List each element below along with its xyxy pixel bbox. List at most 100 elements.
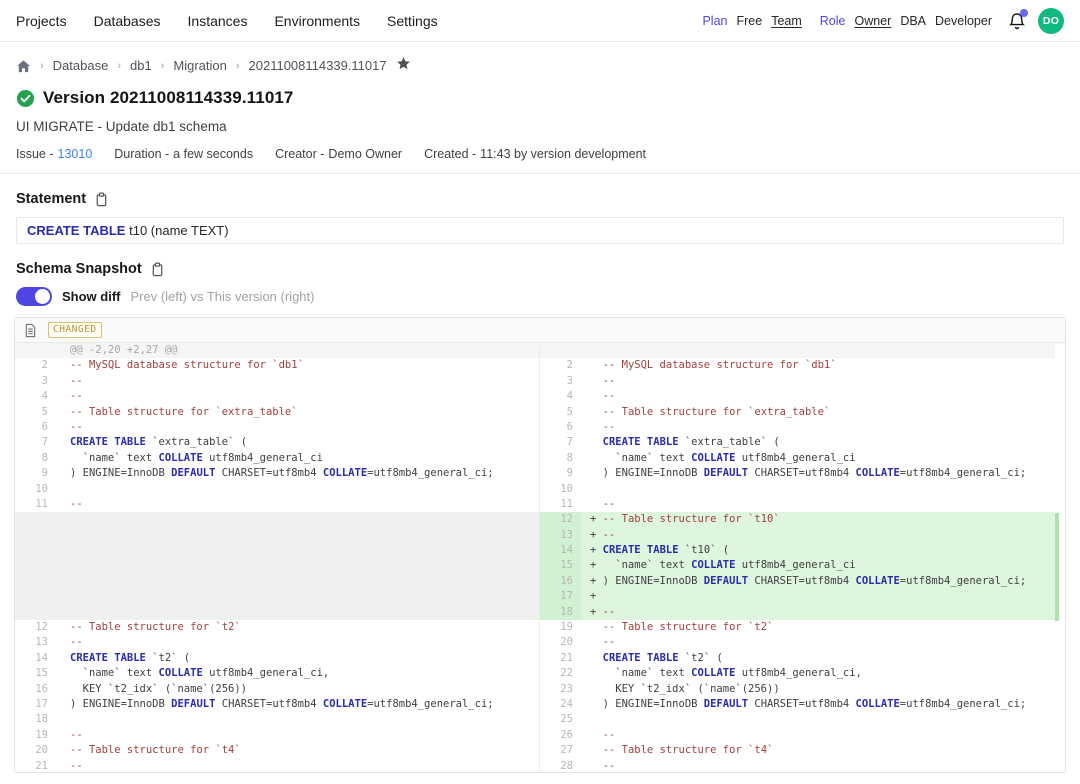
diff-placeholder-row xyxy=(15,574,539,589)
diff-context-row: 8 `name` text COLLATE utf8mb4_general_ci xyxy=(540,451,1065,466)
breadcrumb: ›Database›db1›Migration›20211008114339.1… xyxy=(0,42,1080,76)
diff-context-row: 3-- xyxy=(15,374,539,389)
breadcrumb-item-1[interactable]: Database xyxy=(53,57,109,75)
diff-context-row: 9 ) ENGINE=InnoDB DEFAULT CHARSET=utf8mb… xyxy=(540,466,1065,481)
meta-value: Demo Owner xyxy=(328,147,402,162)
diff-context-row: 15 `name` text COLLATE utf8mb4_general_c… xyxy=(15,666,539,681)
diff-context-row: 7CREATE TABLE `extra_table` ( xyxy=(15,435,539,450)
diff-context-row: 18 xyxy=(15,712,539,727)
meta-item-2: Duration -a few seconds xyxy=(114,147,253,162)
diff-placeholder-row xyxy=(15,528,539,543)
meta-item-4: Created -11:43 by version development xyxy=(424,147,646,162)
diff-added-row: 15+ `name` text COLLATE utf8mb4_general_… xyxy=(540,558,1065,573)
diff-context-row: 4 -- xyxy=(540,389,1065,404)
meta-label: Issue - xyxy=(16,147,54,162)
diff-context-row: 22 `name` text COLLATE utf8mb4_general_c… xyxy=(540,666,1065,681)
diff-context-row: 25 xyxy=(540,712,1065,727)
diff-context-row: 2-- MySQL database structure for `db1` xyxy=(15,358,539,373)
diff-placeholder-row xyxy=(15,558,539,573)
nav-item-settings[interactable]: Settings xyxy=(387,13,438,29)
diff-added-row: 14+ CREATE TABLE `t10` ( xyxy=(540,543,1065,558)
version-title-row: Version 20211008114339.11017 xyxy=(16,87,1064,109)
diff-added-row: 16+ ) ENGINE=InnoDB DEFAULT CHARSET=utf8… xyxy=(540,574,1065,589)
diff-context-row: 21-- xyxy=(15,759,539,773)
diff-pane-current: 2 -- MySQL database structure for `db1`3… xyxy=(540,343,1065,773)
changed-badge: CHANGED xyxy=(48,322,102,338)
role-option-developer: Developer xyxy=(935,14,992,28)
show-diff-toggle[interactable] xyxy=(16,287,52,306)
nav-item-databases[interactable]: Databases xyxy=(94,13,161,29)
diff-added-row: 17+ xyxy=(540,589,1065,604)
toggle-knob xyxy=(35,289,50,304)
statement-sql: CREATE TABLE t10 (name TEXT) xyxy=(16,217,1064,244)
hunk-header-row: @@ -2,20 +2,27 @@ xyxy=(15,343,539,358)
diff-added-row: 18+ -- xyxy=(540,605,1065,620)
diff-context-row: 16 KEY `t2_idx` (`name`(256)) xyxy=(15,682,539,697)
role-option-dba: DBA xyxy=(900,14,926,28)
diff-context-row: 5-- Table structure for `extra_table` xyxy=(15,405,539,420)
diff-placeholder-row xyxy=(15,543,539,558)
statement-heading: Statement xyxy=(16,190,1064,208)
schema-diff-viewer: CHANGED @@ -2,20 +2,27 @@2-- MySQL datab… xyxy=(14,317,1066,773)
breadcrumb-separator: › xyxy=(236,57,240,75)
breadcrumb-separator: › xyxy=(40,57,44,75)
diff-context-row: 3 -- xyxy=(540,374,1065,389)
nav-item-projects[interactable]: Projects xyxy=(16,13,67,29)
issue-link[interactable]: 13010 xyxy=(58,147,93,162)
document-icon xyxy=(24,323,37,338)
copy-statement-icon[interactable] xyxy=(94,192,109,207)
diff-context-row: 27 -- Table structure for `t4` xyxy=(540,743,1065,758)
schema-snapshot-heading: Schema Snapshot xyxy=(16,260,1064,278)
section-divider xyxy=(0,173,1080,174)
top-nav: Projects Databases Instances Environments Se… xyxy=(0,0,1080,42)
diff-header: CHANGED xyxy=(15,318,1065,343)
meta-label: Creator - xyxy=(275,147,324,162)
role-option-owner[interactable]: Owner xyxy=(854,14,891,28)
diff-hint: Prev (left) vs This version (right) xyxy=(131,289,315,304)
breadcrumb-item-4[interactable]: 20211008114339.11017 xyxy=(249,57,387,75)
show-diff-label: Show diff xyxy=(62,289,121,304)
main-nav-items: Projects Databases Instances Environments Se… xyxy=(16,13,438,29)
diff-placeholder-row xyxy=(15,605,539,620)
breadcrumb-items: ›Database›db1›Migration›20211008114339.1… xyxy=(40,57,387,75)
diff-context-row: 10 xyxy=(15,482,539,497)
nav-item-instances[interactable]: Instances xyxy=(188,13,248,29)
diff-context-row: 11-- xyxy=(15,497,539,512)
diff-context-row: 19 -- Table structure for `t2` xyxy=(540,620,1065,635)
nav-item-environments[interactable]: Environments xyxy=(274,13,360,29)
diff-context-row: 6-- xyxy=(15,420,539,435)
plan-option-team[interactable]: Team xyxy=(771,14,802,28)
role-label: Role xyxy=(820,14,846,28)
plan-label: Plan xyxy=(702,14,727,28)
star-icon[interactable] xyxy=(396,56,411,76)
breadcrumb-item-2[interactable]: db1 xyxy=(130,57,152,75)
diff-context-row: 21 CREATE TABLE `t2` ( xyxy=(540,651,1065,666)
diff-context-row: 5 -- Table structure for `extra_table` xyxy=(540,405,1065,420)
notification-dot xyxy=(1020,9,1028,17)
statement-heading-label: Statement xyxy=(16,191,86,207)
breadcrumb-separator: › xyxy=(161,57,165,75)
diff-context-row: 28 -- xyxy=(540,759,1065,773)
diff-context-row: 17) ENGINE=InnoDB DEFAULT CHARSET=utf8mb… xyxy=(15,697,539,712)
diff-added-row: 13+ -- xyxy=(540,528,1065,543)
diff-context-row: 7 CREATE TABLE `extra_table` ( xyxy=(540,435,1065,450)
avatar[interactable]: DO xyxy=(1038,8,1064,34)
diff-context-row: 12-- Table structure for `t2` xyxy=(15,620,539,635)
diff-context-row: 9) ENGINE=InnoDB DEFAULT CHARSET=utf8mb4… xyxy=(15,466,539,481)
copy-snapshot-icon[interactable] xyxy=(150,262,165,277)
hunk-header-row xyxy=(540,343,1065,358)
breadcrumb-item-3[interactable]: Migration xyxy=(173,57,226,75)
plan-group: Plan FreeTeam xyxy=(702,14,801,28)
overview-ruler[interactable] xyxy=(1055,344,1065,772)
notification-bell-icon[interactable] xyxy=(1008,11,1026,31)
nav-right-cluster: Plan FreeTeam Role Owner DBA Developer DO xyxy=(702,8,1064,34)
diff-context-row: 20 -- xyxy=(540,635,1065,650)
diff-context-row: 10 xyxy=(540,482,1065,497)
diff-context-row: 14CREATE TABLE `t2` ( xyxy=(15,651,539,666)
diff-context-row: 11 -- xyxy=(540,497,1065,512)
home-icon[interactable] xyxy=(16,59,31,74)
role-group: Role Owner DBA Developer xyxy=(820,14,992,28)
meta-value: a few seconds xyxy=(173,147,253,162)
diff-body: @@ -2,20 +2,27 @@2-- MySQL database stru… xyxy=(15,343,1065,773)
diff-context-row: 2 -- MySQL database structure for `db1` xyxy=(540,358,1065,373)
